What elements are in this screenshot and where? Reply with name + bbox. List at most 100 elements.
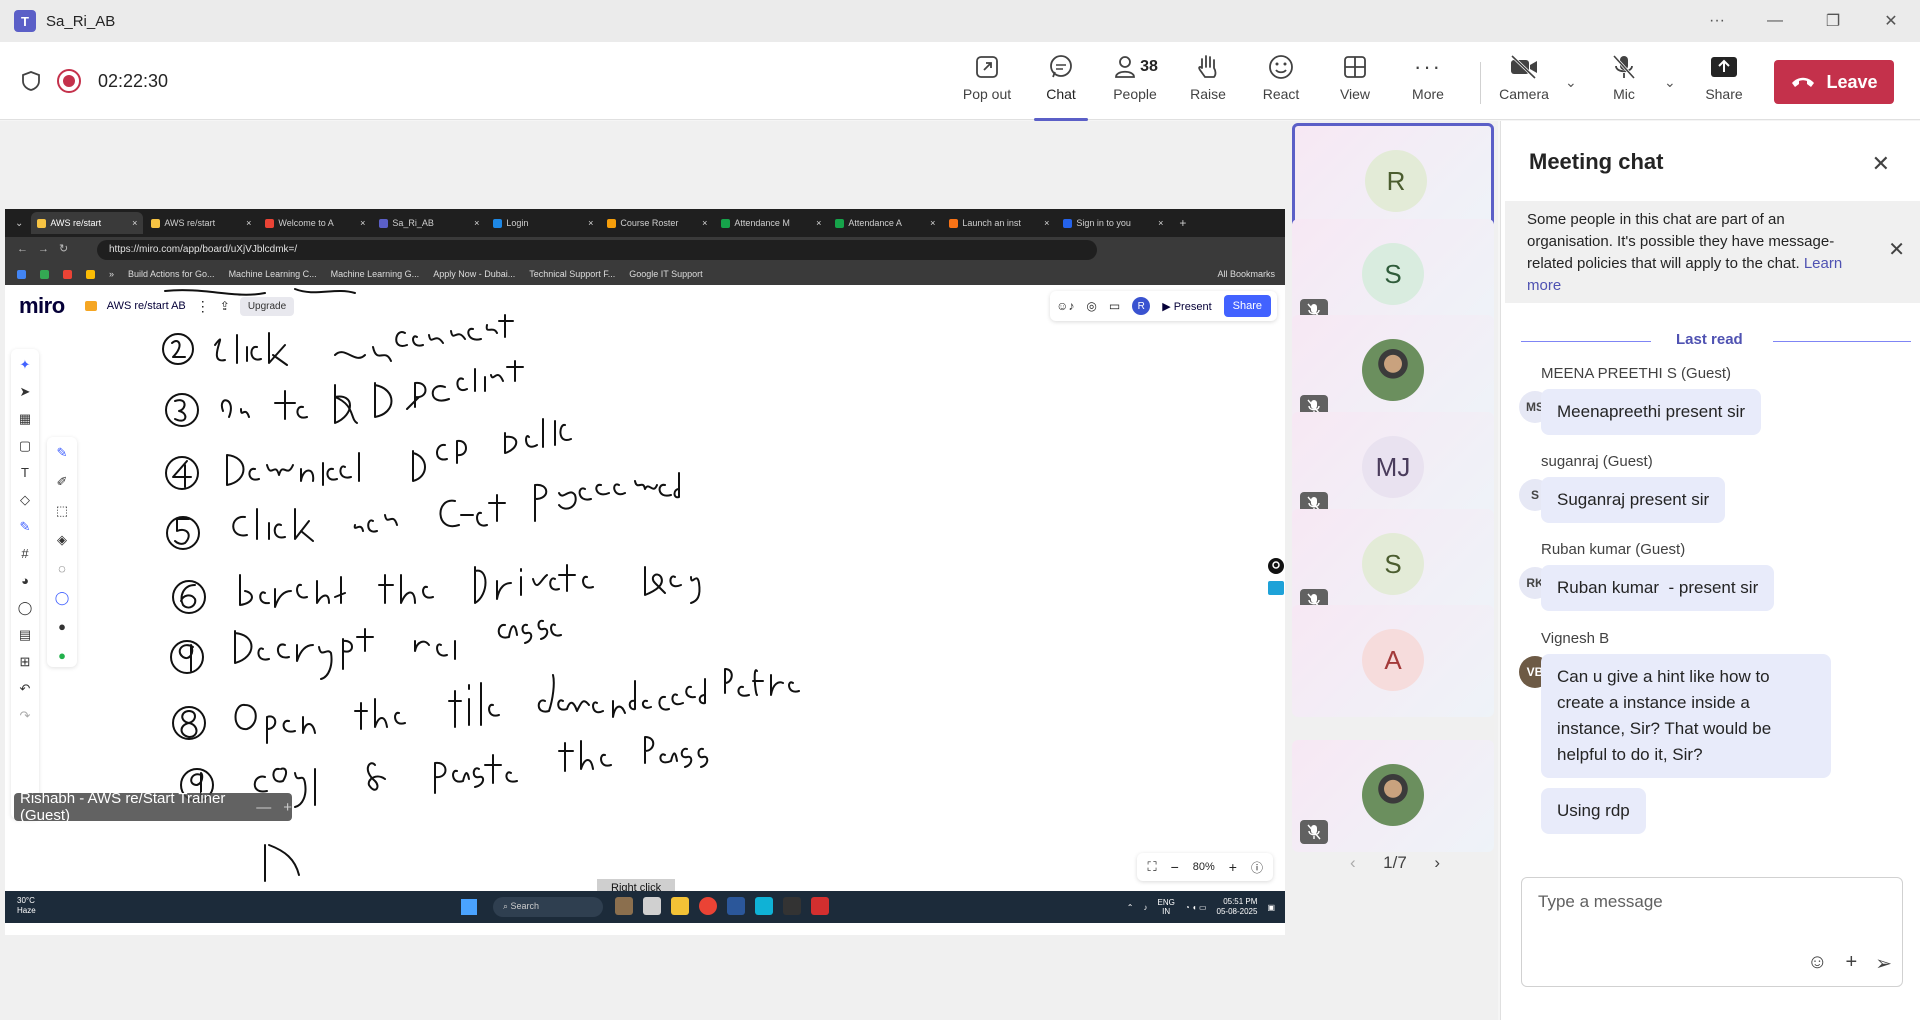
- pop-out-button[interactable]: Pop out: [952, 50, 1022, 114]
- all-bookmarks-link[interactable]: All Bookmarks: [1217, 269, 1275, 279]
- shared-screen[interactable]: ⌄ AWS re/start × AWS re/start × Welcome to A…: [5, 209, 1285, 935]
- sticky-note-icon[interactable]: ▢: [19, 438, 31, 456]
- comment-icon[interactable]: ◯: [18, 600, 33, 618]
- zoom-out-button[interactable]: −: [1171, 859, 1179, 875]
- browser-tab[interactable]: Sa_Ri_AB ×: [373, 212, 485, 234]
- attach-plus-icon[interactable]: +: [1846, 951, 1858, 976]
- wifi-volume-battery-icon[interactable]: ◔ ◖ ▭: [1185, 903, 1207, 912]
- url-field[interactable]: https://miro.com/app/board/uXjVJblcdmk=/: [97, 240, 1097, 260]
- message-bubble[interactable]: Meenapreethi present sir: [1541, 389, 1762, 435]
- shape-pen-icon[interactable]: ⬚: [56, 503, 68, 522]
- bookmark-item[interactable]: Technical Support F...: [529, 269, 615, 279]
- avatar[interactable]: R: [1132, 297, 1151, 315]
- message-input[interactable]: Type a message: [1538, 892, 1663, 912]
- expand-share-icon[interactable]: +: [283, 799, 292, 816]
- browser-tab[interactable]: AWS re/start ×: [145, 212, 257, 234]
- browser-tab[interactable]: Launch an inst ×: [943, 212, 1055, 234]
- message-bubble[interactable]: Can u give a hint like how to create a i…: [1541, 654, 1831, 778]
- participant-tile[interactable]: [1292, 740, 1494, 852]
- file-explorer-icon[interactable]: [671, 897, 689, 915]
- eraser-icon[interactable]: ◈: [57, 532, 67, 551]
- more-options-icon[interactable]: ···: [1688, 0, 1746, 42]
- close-tab-icon[interactable]: ×: [360, 218, 365, 228]
- reactions-icon[interactable]: ☺♪: [1056, 299, 1074, 313]
- close-tab-icon[interactable]: ×: [588, 218, 593, 228]
- ai-sparkle-icon[interactable]: ✦: [20, 357, 31, 375]
- leave-button[interactable]: Leave: [1774, 60, 1894, 104]
- fit-to-screen-icon[interactable]: ⛶: [1147, 859, 1156, 875]
- browser-tab[interactable]: Sign in to you ×: [1057, 212, 1169, 234]
- prev-page-chevron-icon[interactable]: ‹: [1350, 853, 1356, 873]
- widgets-icon[interactable]: [615, 897, 633, 915]
- bookmark-item[interactable]: Machine Learning G...: [331, 269, 420, 279]
- share-button[interactable]: Share: [1689, 50, 1759, 114]
- close-tab-icon[interactable]: ×: [930, 218, 935, 228]
- next-page-chevron-icon[interactable]: ›: [1434, 853, 1440, 873]
- chrome-icon[interactable]: [699, 897, 717, 915]
- bookmark-icon[interactable]: [63, 269, 72, 279]
- bookmark-item[interactable]: Build Actions for Go...: [128, 269, 215, 279]
- more-button[interactable]: ··· More: [1393, 50, 1463, 114]
- text-tool-icon[interactable]: T: [21, 465, 29, 483]
- participant-tile[interactable]: [1292, 315, 1494, 427]
- new-tab-icon[interactable]: +: [1179, 216, 1186, 230]
- camera-button[interactable]: Camera: [1489, 50, 1559, 114]
- minimize-share-icon[interactable]: —: [256, 799, 271, 816]
- pdf-icon[interactable]: [811, 897, 829, 915]
- close-tab-icon[interactable]: ×: [1158, 218, 1163, 228]
- close-tab-icon[interactable]: ×: [702, 218, 707, 228]
- browser-tab[interactable]: Attendance A ×: [829, 212, 941, 234]
- black-color-icon[interactable]: ●: [58, 619, 66, 638]
- dismiss-notice-icon[interactable]: ✕: [1888, 239, 1905, 261]
- green-color-icon[interactable]: ●: [58, 648, 66, 667]
- lasso-icon[interactable]: ◌: [58, 561, 66, 580]
- browser-tab[interactable]: Attendance M ×: [715, 212, 827, 234]
- add-icon[interactable]: ⊞: [20, 654, 31, 672]
- frame-icon[interactable]: #: [21, 546, 28, 564]
- miro-present-button[interactable]: ▶ Present: [1162, 300, 1211, 313]
- table-icon[interactable]: ▤: [19, 627, 31, 645]
- message-bubble[interactable]: Suganraj present sir: [1541, 477, 1726, 523]
- people-button[interactable]: 38 People: [1099, 50, 1171, 114]
- miro-share-button[interactable]: Share: [1223, 295, 1271, 317]
- terminal-icon[interactable]: [783, 897, 801, 915]
- pen-icon[interactable]: ✎: [57, 445, 68, 464]
- camera-options-chevron-icon[interactable]: ⌄: [1565, 74, 1577, 91]
- react-button[interactable]: React: [1246, 50, 1316, 114]
- redo-icon[interactable]: ↷: [20, 708, 31, 726]
- thin-stroke-icon[interactable]: ◯: [55, 590, 70, 609]
- sidebar-tab-icon[interactable]: [1267, 579, 1285, 597]
- lightbulb-icon[interactable]: [1267, 557, 1285, 575]
- word-icon[interactable]: [727, 897, 745, 915]
- close-tab-icon[interactable]: ×: [474, 218, 479, 228]
- close-tab-icon[interactable]: ×: [132, 218, 137, 228]
- send-icon[interactable]: ➢: [1875, 951, 1892, 976]
- language-indicator[interactable]: ENG IN: [1158, 898, 1175, 916]
- message-bubble[interactable]: Ruban kumar - present sir: [1541, 565, 1775, 611]
- browser-tab[interactable]: AWS re/start ×: [31, 212, 144, 234]
- view-button[interactable]: View: [1320, 50, 1390, 114]
- video-icon[interactable]: ▭: [1109, 299, 1120, 313]
- close-tab-icon[interactable]: ×: [1044, 218, 1049, 228]
- tab-search-chevron-icon[interactable]: ⌄: [15, 218, 23, 229]
- undo-icon[interactable]: ↶: [20, 681, 31, 699]
- mic-button[interactable]: Mic: [1589, 50, 1659, 114]
- windows-start-icon[interactable]: [461, 899, 477, 915]
- close-chat-icon[interactable]: ✕: [1872, 151, 1890, 177]
- zoom-level[interactable]: 80%: [1193, 861, 1215, 873]
- participant-tile[interactable]: MJ: [1292, 412, 1494, 524]
- bookmark-icon[interactable]: [86, 269, 95, 279]
- message-composer[interactable]: Type a message ☺ + ➢: [1521, 877, 1903, 987]
- bookmark-item[interactable]: Google IT Support: [629, 269, 702, 279]
- raise-hand-button[interactable]: Raise: [1173, 50, 1243, 114]
- comments-icon[interactable]: ◎: [1086, 299, 1096, 313]
- minimize-button[interactable]: —: [1746, 0, 1804, 42]
- pen-tool-icon[interactable]: ✎: [20, 519, 31, 537]
- notifications-icon[interactable]: ▣: [1267, 903, 1275, 912]
- tray-mic-icon[interactable]: ♪: [1144, 903, 1148, 912]
- browser-tab[interactable]: Welcome to A ×: [259, 212, 371, 234]
- emoji-icon[interactable]: ◕: [21, 573, 29, 591]
- teams-icon[interactable]: [755, 897, 773, 915]
- task-view-icon[interactable]: [643, 897, 661, 915]
- participant-tile[interactable]: A: [1292, 605, 1494, 717]
